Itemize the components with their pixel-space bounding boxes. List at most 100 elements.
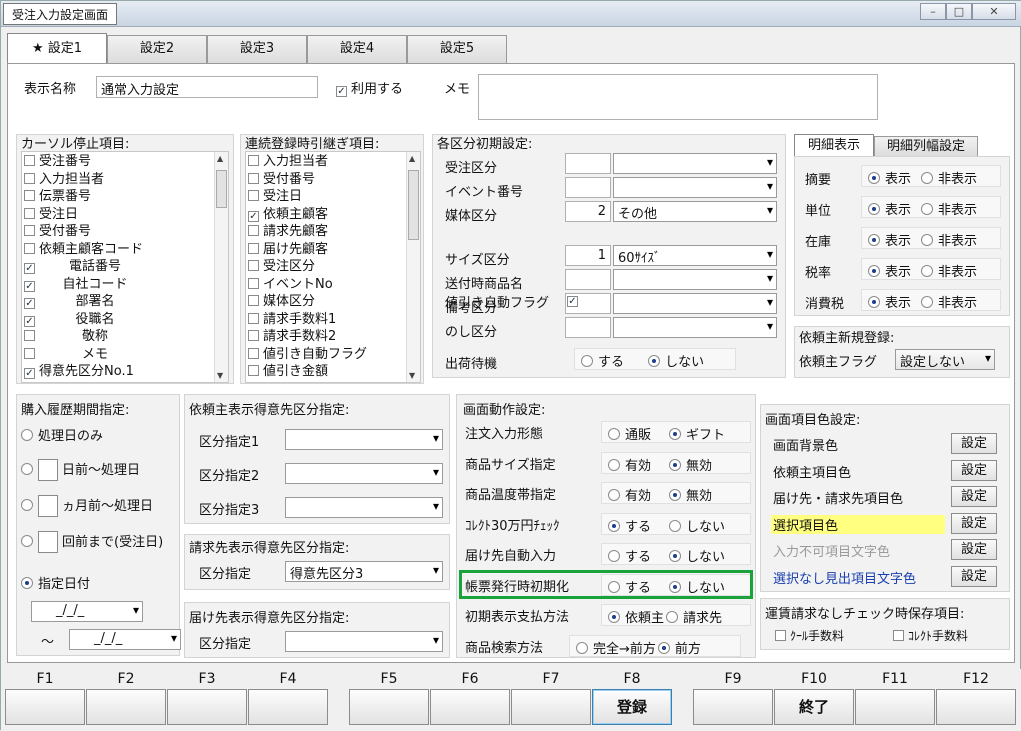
fkey-button[interactable] <box>349 689 429 725</box>
cursor-stop-item[interactable]: ✓ 部署名 <box>24 293 228 311</box>
carry-over-item[interactable]: 受注日 <box>248 188 420 206</box>
history-option-process-day[interactable]: 処理日のみ <box>21 425 103 444</box>
scrollbar[interactable]: ▲ ▼ <box>406 152 420 382</box>
carry-over-item[interactable]: 請求手数料2 <box>248 328 420 346</box>
initial-row-select[interactable]: その他 <box>613 201 777 222</box>
behavior-option-a[interactable]: 有効 <box>608 458 651 474</box>
tab-settings-2[interactable]: 設定2 <box>107 35 207 63</box>
behavior-option-a[interactable]: する <box>608 519 651 535</box>
color-set-button[interactable]: 設定 <box>951 459 997 481</box>
carry-over-item[interactable]: 受注区分 <box>248 258 420 276</box>
hide-radio[interactable]: 非表示 <box>921 265 977 280</box>
hide-radio[interactable]: 非表示 <box>921 203 977 218</box>
tab-settings-4[interactable]: 設定4 <box>307 35 407 63</box>
cursor-stop-item[interactable]: ✓ 電話番号 <box>24 258 228 276</box>
fkey-button[interactable] <box>167 689 247 725</box>
show-radio[interactable]: 表示 <box>868 172 911 187</box>
show-radio[interactable]: 表示 <box>868 296 911 311</box>
carry-over-item[interactable]: 値引き自動フラグ <box>248 346 420 364</box>
fkey-button[interactable]: 終了 <box>774 689 854 725</box>
color-set-button[interactable]: 設定 <box>951 512 997 534</box>
carry-over-item[interactable]: イベントNo <box>248 276 420 294</box>
behavior-option-a[interactable]: 依頼主 <box>608 611 664 626</box>
show-radio[interactable]: 表示 <box>868 234 911 249</box>
tab-settings-5[interactable]: 設定5 <box>407 35 507 63</box>
fkey-button[interactable] <box>5 689 85 725</box>
cursor-stop-item[interactable]: メモ <box>24 346 228 364</box>
use-checkbox[interactable]: ✓ 利用する <box>336 78 403 97</box>
display-name-input[interactable]: 通常入力設定 <box>96 76 318 98</box>
behavior-option-a[interactable]: 通販 <box>608 428 651 443</box>
initial-row-select[interactable] <box>613 317 777 338</box>
color-set-button[interactable]: 設定 <box>951 486 997 507</box>
initial-row-select[interactable] <box>613 293 777 314</box>
initial-row-select[interactable] <box>613 177 777 198</box>
date-to-select[interactable]: _/_/_ <box>69 629 181 650</box>
cursor-stop-item[interactable]: 入力担当者 <box>24 171 228 189</box>
tab-settings-1[interactable]: ★ 設定1 <box>7 33 107 63</box>
carry-over-item[interactable]: 媒体区分 <box>248 293 420 311</box>
behavior-option-b[interactable]: 前方 <box>657 641 701 657</box>
client-flag-select[interactable]: 設定しない <box>895 349 995 370</box>
show-radio[interactable]: 表示 <box>868 265 911 280</box>
cursor-stop-item[interactable]: 伝票番号 <box>24 188 228 206</box>
tab-detail-width[interactable]: 明細列幅設定 <box>874 136 978 156</box>
carry-over-item[interactable]: 届け先顧客 <box>248 241 420 259</box>
carry-over-item[interactable]: ✓ 依頼主顧客 <box>248 206 420 224</box>
hide-radio[interactable]: 非表示 <box>921 296 977 311</box>
initial-row-code-input[interactable] <box>565 177 611 198</box>
minimize-button[interactable]: – <box>920 3 946 20</box>
ship-wait-yes[interactable]: する <box>581 355 624 370</box>
fkey-button[interactable] <box>936 689 1016 725</box>
history-option-days[interactable]: 日前～処理日 <box>21 459 140 481</box>
bill-class-select[interactable]: 得意先区分3 <box>285 561 443 582</box>
cursor-stop-item[interactable]: 受注日 <box>24 206 228 224</box>
behavior-option-b[interactable]: 無効 <box>669 458 712 474</box>
initial-row-code-input[interactable]: 2 <box>565 201 611 222</box>
cursor-stop-item[interactable]: ✓ 役職名 <box>24 311 228 329</box>
ship-wait-no[interactable]: しない <box>648 355 704 370</box>
tab-settings-3[interactable]: 設定3 <box>207 35 307 63</box>
behavior-option-a[interactable]: 完全→前方 <box>576 641 656 657</box>
initial-row-select[interactable]: 60ｻｲｽﾞ <box>613 245 777 266</box>
behavior-option-b[interactable]: しない <box>669 519 725 535</box>
color-set-button[interactable]: 設定 <box>951 565 997 587</box>
fkey-button[interactable]: 登録 <box>592 689 672 725</box>
behavior-option-a[interactable]: する <box>608 550 651 565</box>
scroll-thumb[interactable] <box>408 170 419 240</box>
scroll-down-icon[interactable]: ▼ <box>217 371 223 380</box>
cursor-stop-item[interactable]: 受付番号 <box>24 223 228 241</box>
client-class-select-1[interactable] <box>285 429 443 450</box>
carry-over-item[interactable]: 請求手数料1 <box>248 311 420 329</box>
delivery-class-select[interactable] <box>285 631 443 652</box>
cursor-stop-item[interactable]: ✓ 得意先区分No.1 <box>24 363 228 381</box>
close-button[interactable]: ✕ <box>972 3 1016 20</box>
color-set-button[interactable]: 設定 <box>951 433 997 454</box>
date-from-select[interactable]: _/_/_ <box>31 601 143 622</box>
collect-fee-checkbox[interactable]: ｺﾚｸﾄ手数料 <box>893 627 968 644</box>
scrollbar[interactable]: ▲ ▼ <box>214 152 228 382</box>
behavior-option-b[interactable]: ギフト <box>669 428 725 443</box>
scroll-up-icon[interactable]: ▲ <box>217 154 223 163</box>
carry-over-item[interactable]: 受付番号 <box>248 171 420 189</box>
behavior-option-b[interactable]: しない <box>669 550 725 565</box>
history-option-months[interactable]: ヵ月前～処理日 <box>21 495 153 517</box>
memo-textarea[interactable] <box>478 74 878 120</box>
maximize-button[interactable]: □ <box>946 3 972 20</box>
show-radio[interactable]: 表示 <box>868 203 911 218</box>
client-class-select-2[interactable] <box>285 463 443 484</box>
initial-row-select[interactable] <box>613 153 777 174</box>
fkey-button[interactable] <box>693 689 773 725</box>
color-set-button[interactable]: 設定 <box>951 539 997 560</box>
fkey-button[interactable] <box>430 689 510 725</box>
fkey-button[interactable] <box>248 689 328 725</box>
initial-row-select[interactable] <box>613 269 777 290</box>
carry-over-item[interactable]: 値引き金額 <box>248 363 420 381</box>
fkey-button[interactable] <box>511 689 591 725</box>
initial-row-code-input[interactable] <box>565 269 611 290</box>
fkey-button[interactable] <box>86 689 166 725</box>
discount-flag-checkbox[interactable]: ✓ <box>567 292 582 307</box>
behavior-option-b[interactable]: 請求先 <box>666 611 722 626</box>
cursor-stop-item[interactable]: ✓ 自社コード <box>24 276 228 294</box>
behavior-option-b[interactable]: 無効 <box>669 489 712 504</box>
